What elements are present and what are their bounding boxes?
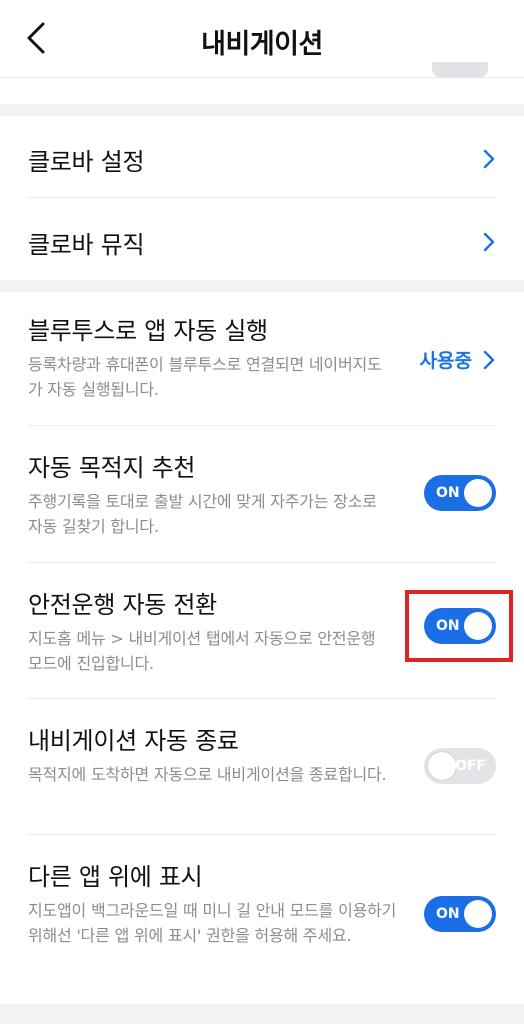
setting-bluetooth-autostart[interactable]: 블루투스로 앱 자동 실행 등록차량과 휴대폰이 블루투스로 연결되면 네이버지… (28, 316, 496, 408)
divider (28, 698, 496, 699)
toggle-knob (464, 900, 492, 928)
setting-title: 자동 목적지 추천 (28, 454, 196, 482)
chevron-right-icon (483, 350, 495, 369)
setting-description: 지도홈 메뉴 > 내비게이션 탭에서 자동으로 안전운행 모드에 진입합니다. (28, 629, 376, 673)
toggle-knob (428, 752, 456, 780)
clova-settings-label: 클로바 설정 (28, 148, 145, 176)
bluetooth-status[interactable]: 사용중 (420, 346, 496, 373)
highlight-box (405, 590, 513, 662)
nav-header: 내비게이션 (0, 0, 524, 78)
toggle-state: ON (436, 485, 460, 501)
auto-end-toggle[interactable]: OFF (424, 748, 496, 784)
divider (28, 834, 496, 835)
setting-description: 등록차량과 휴대폰이 블루투스로 연결되면 네이버지도가 자동 실행됩니다. (28, 355, 382, 399)
page-title: 내비게이션 (201, 29, 323, 60)
auto-destination-toggle[interactable]: ON (424, 475, 496, 511)
partial-toggle[interactable] (432, 62, 488, 78)
divider (28, 425, 496, 426)
chevron-right-icon (483, 149, 495, 169)
clova-music-item[interactable]: 클로바 뮤직 (28, 225, 496, 259)
setting-title: 내비게이션 자동 종료 (28, 727, 239, 755)
clova-section: 클로바 설정 클로바 뮤직 (0, 116, 524, 280)
setting-description: 목적지에 도착하면 자동으로 내비게이션을 종료합니다. (28, 765, 387, 784)
setting-description: 주행기록을 토대로 출발 시간에 맞게 자주가는 장소로 자동 길찾기 합니다. (28, 492, 377, 536)
chevron-right-icon (483, 232, 495, 252)
previous-section (0, 78, 524, 104)
setting-title: 블루투스로 앱 자동 실행 (28, 317, 268, 345)
setting-title: 다른 앱 위에 표시 (28, 863, 203, 891)
setting-auto-destination: 자동 목적지 추천 주행기록을 토대로 출발 시간에 맞게 자주가는 장소로 자… (28, 453, 496, 545)
toggle-state: ON (436, 906, 460, 922)
divider (28, 197, 496, 198)
toggle-knob (464, 479, 492, 507)
setting-display-over-apps: 다른 앱 위에 표시 지도앱이 백그라운드일 때 미니 길 안내 모드를 이용하… (28, 862, 496, 982)
clova-music-label: 클로바 뮤직 (28, 231, 145, 259)
divider (28, 562, 496, 563)
setting-description: 지도앱이 백그라운드일 때 미니 길 안내 모드를 이용하기 위해선 '다른 앱… (28, 901, 397, 945)
status-in-use: 사용중 (419, 350, 472, 372)
toggle-state: OFF (454, 758, 486, 774)
overlay-toggle[interactable]: ON (424, 896, 496, 932)
clova-settings-item[interactable]: 클로바 설정 (28, 142, 496, 176)
setting-navigation-auto-end: 내비게이션 자동 종료 목적지에 도착하면 자동으로 내비게이션을 종료합니다.… (28, 726, 496, 818)
